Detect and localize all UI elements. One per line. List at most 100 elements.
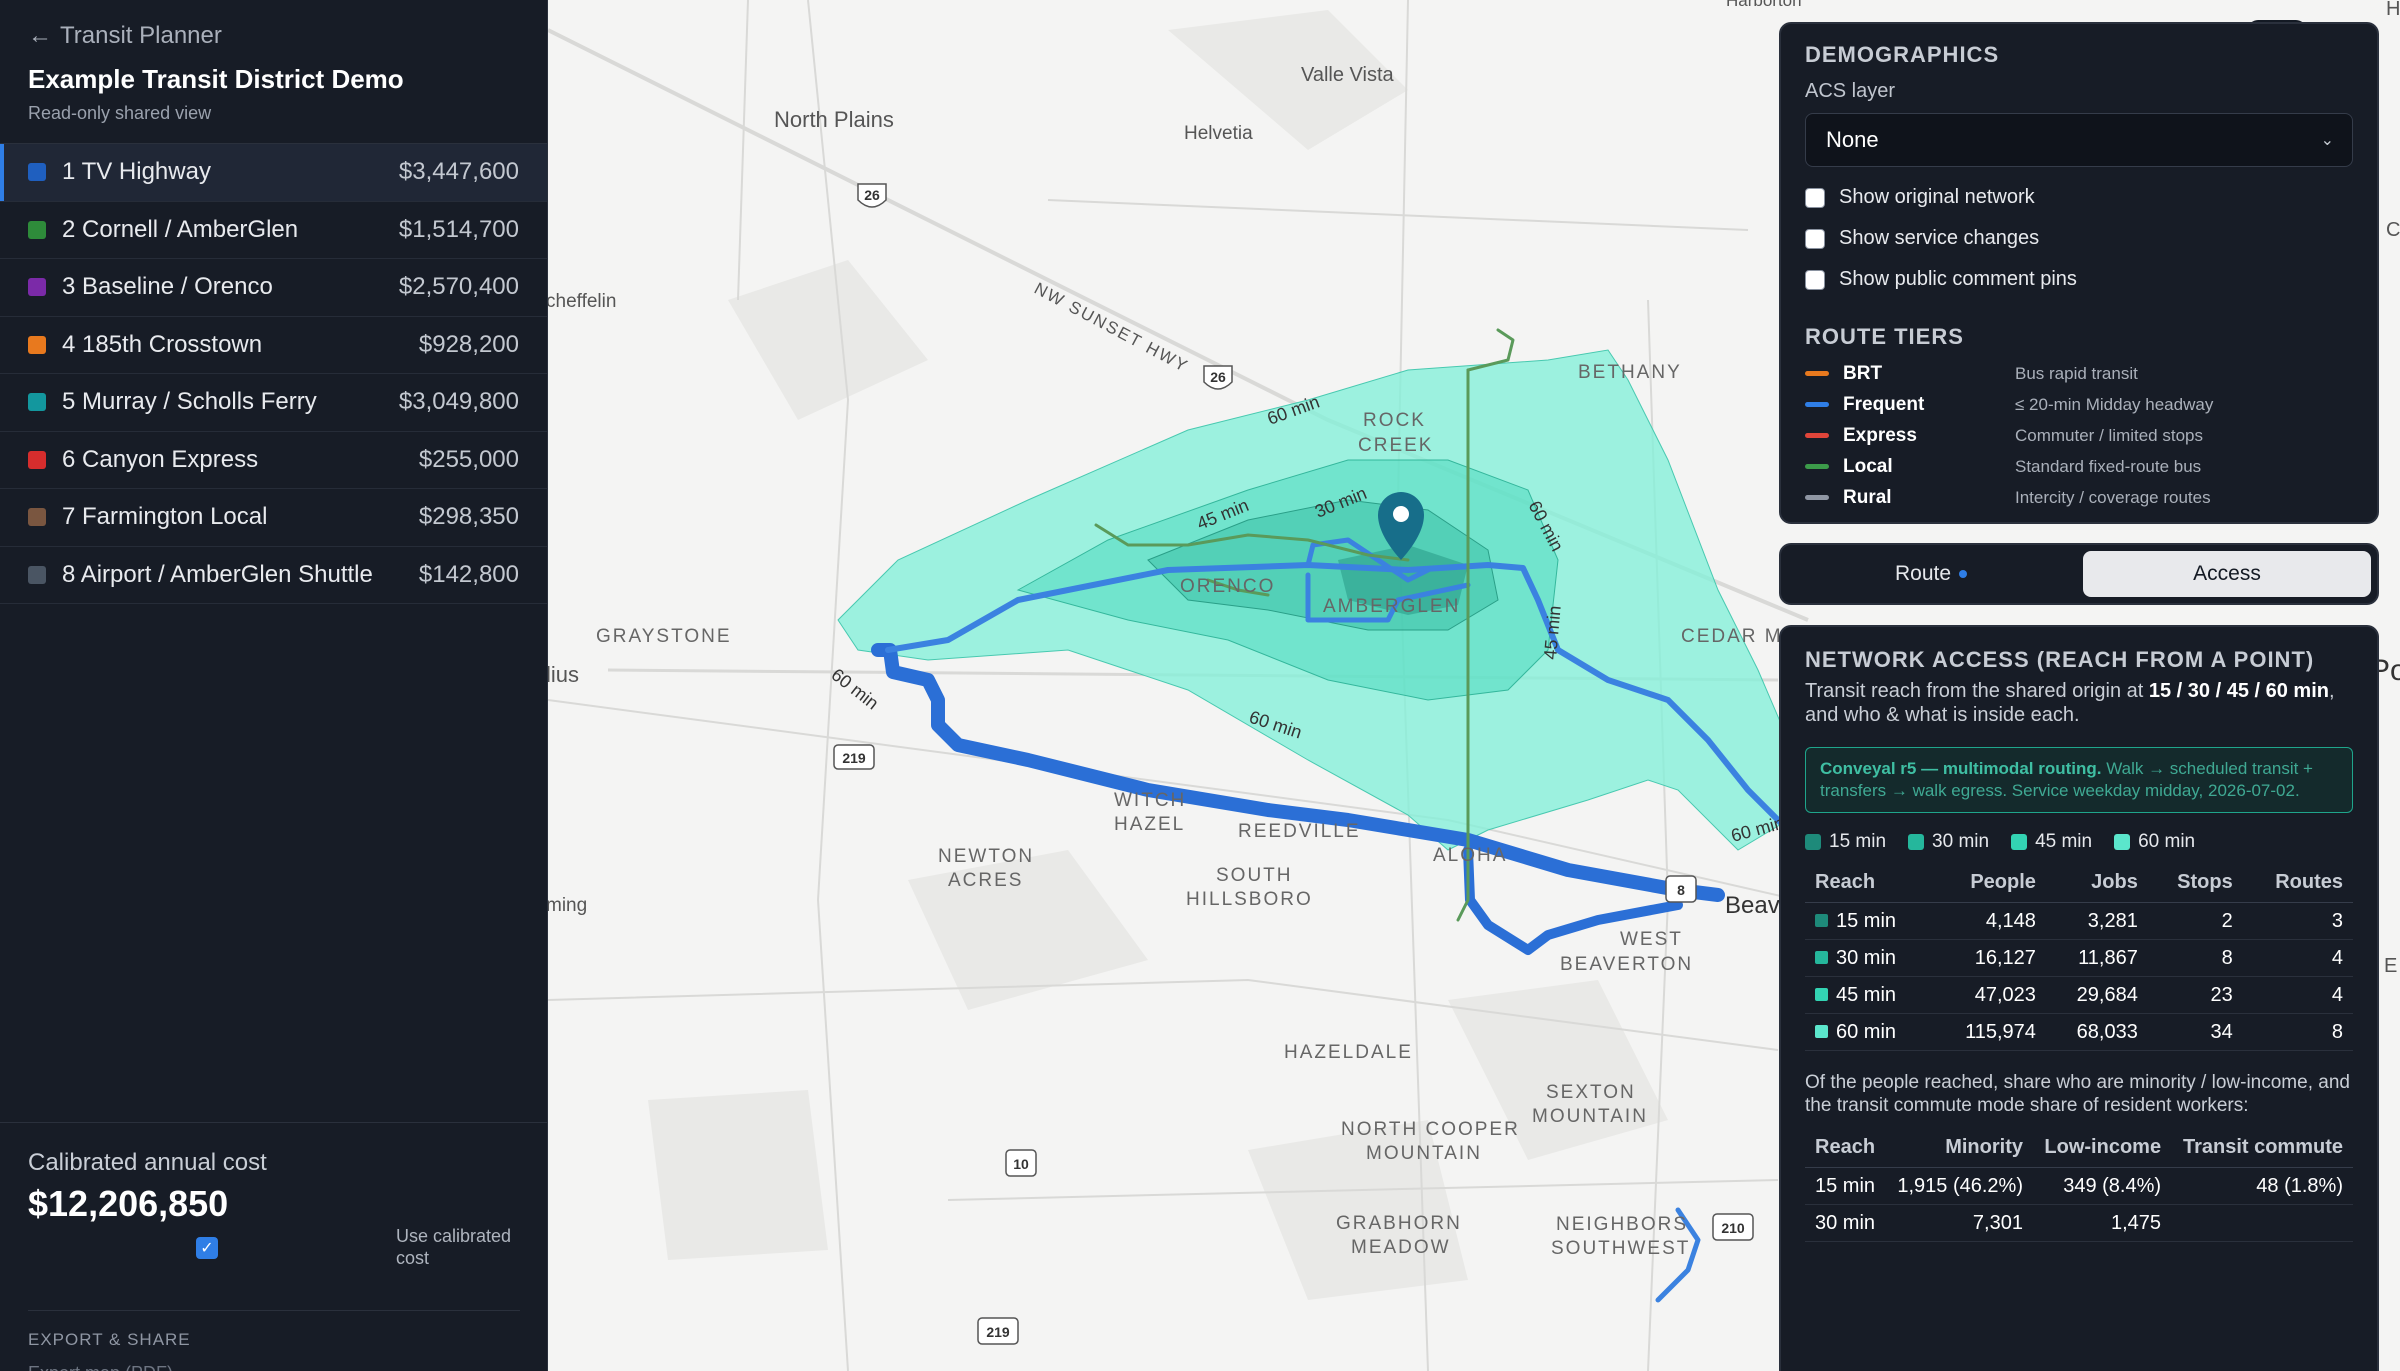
tier-name: Frequent [1843, 393, 1925, 415]
place-label: GRAYSTONE [596, 626, 732, 647]
checkbox-box[interactable] [1805, 269, 1825, 290]
table-header: Stops [2147, 863, 2243, 903]
table-cell: 2 [2147, 902, 2243, 940]
tier-name: Local [1843, 455, 1893, 477]
place-label: ming [548, 895, 587, 916]
tab-access-label: Access [2193, 562, 2261, 585]
route-item[interactable]: 6 Canyon Express $255,000 [0, 432, 547, 489]
table-row: 15 min 4,148 3,281 2 3 [1805, 902, 2353, 940]
tier-row: BRT Bus rapid transit [1805, 358, 2353, 389]
cell-value: 15 min [1836, 910, 1897, 932]
place-label: ACRES [948, 870, 1023, 891]
route-item[interactable]: 4 185th Crosstown $928,200 [0, 317, 547, 374]
route-item[interactable]: 5 Murray / Scholls Ferry $3,049,800 [0, 374, 547, 432]
network-access-panel: NETWORK ACCESS (REACH FROM A POINT) Tran… [1779, 625, 2379, 1371]
table-row: 60 min 115,974 68,033 34 8 [1805, 1013, 2353, 1051]
tab-access[interactable]: Access [2083, 551, 2371, 597]
cost-value: $12,206,850 [28, 1183, 229, 1224]
tier-name: Express [1843, 424, 1917, 446]
place-label: BETHANY [1578, 362, 1682, 383]
table-cell: 68,033 [2045, 1013, 2148, 1051]
place-label: CREEK [1358, 435, 1433, 456]
checkbox-box[interactable] [1805, 187, 1825, 208]
legend-swatch [1908, 834, 1925, 850]
equity-table: Reach Minority Low-income Transit commute 1… [1805, 1127, 2353, 1242]
demographics-title: DEMOGRAPHICS [1805, 42, 2000, 67]
cell-value: 60 min [1836, 1021, 1897, 1043]
table-cell: 47,023 [1931, 976, 2046, 1014]
divider [28, 1310, 520, 1311]
show-comment-pins-checkbox[interactable]: Show public comment pins [1805, 259, 2353, 300]
table-cell: 34 [2147, 1013, 2243, 1051]
route-item[interactable]: 2 Cornell / AmberGlen $1,514,700 [0, 202, 547, 259]
reach-legend: 15 min 30 min 45 min 60 min [1805, 831, 2353, 853]
table-cell: 4,148 [1931, 902, 2046, 940]
route-color-swatch [28, 163, 46, 182]
legend-swatch [2114, 834, 2131, 850]
table-cell: 3 [2242, 902, 2353, 940]
place-label: North Plains [774, 107, 894, 132]
export-section-title: EXPORT & SHARE [28, 1330, 191, 1349]
tier-line-swatch [1805, 371, 1829, 376]
sidebar: ← Transit Planner Example Transit Distri… [0, 0, 548, 1371]
cell-value: 45 min [1836, 984, 1897, 1006]
route-name: 1 TV Highway [62, 158, 211, 186]
legend-item: 30 min [1908, 831, 1989, 853]
route-list: 1 TV Highway $3,447,600 2 Cornell / AmberG… [0, 144, 547, 604]
acs-layer-select[interactable]: None ⌄ [1805, 113, 2353, 167]
route-item[interactable]: 8 Airport / AmberGlen Shuttle $142,800 [0, 547, 547, 604]
route-cost: $3,049,800 [398, 388, 519, 416]
tier-name: Rural [1843, 486, 1892, 508]
table-cell [2171, 1204, 2353, 1242]
route-item[interactable]: 3 Baseline / Orenco $2,570,400 [0, 259, 547, 317]
table-header: Minority [1885, 1127, 2033, 1168]
show-original-network-checkbox[interactable]: Show original network [1805, 177, 2353, 218]
calibrated-cost-label: Use calibrated cost [396, 1226, 512, 1268]
route-cost: $298,350 [418, 503, 519, 531]
tab-route[interactable]: Route [1787, 551, 2075, 597]
cell-value: 16,127 [1974, 947, 2036, 969]
back-link[interactable]: ← Transit Planner [28, 22, 519, 50]
cell-value: 11,867 [2078, 947, 2138, 969]
cost-label: Calibrated annual cost [28, 1149, 267, 1176]
place-label: HAZEL [1114, 814, 1185, 835]
reach-swatch [1815, 951, 1828, 964]
table-cell: 8 [2242, 1013, 2353, 1051]
place-label: MOUNTAIN [1366, 1143, 1482, 1164]
demographics-panel: DEMOGRAPHICS ACS layer None ⌄ Show origi… [1779, 22, 2379, 524]
show-service-changes-checkbox[interactable]: Show service changes [1805, 218, 2353, 259]
sidebar-footer: Calibrated annual cost $12,206,850 ✓ Use… [0, 1122, 548, 1371]
route-item[interactable]: 7 Farmington Local $298,350 [0, 489, 547, 547]
legend-swatch [2011, 834, 2028, 850]
reach-swatch [1815, 1025, 1828, 1038]
place-label: E [2384, 955, 2397, 977]
place-label: MEADOW [1351, 1237, 1451, 1258]
cell-value: 30 min [1836, 947, 1897, 969]
legend-label: 30 min [1932, 831, 1990, 852]
place-label: WITCH [1114, 790, 1186, 811]
place-label: Harborton [1726, 0, 1802, 10]
table-row: 45 min 47,023 29,684 23 4 [1805, 976, 2353, 1014]
table-cell: 3,281 [2045, 902, 2148, 940]
svg-text:10: 10 [1013, 1156, 1029, 1172]
highway-shield-219b: 219 [977, 1317, 1019, 1345]
table-cell: 11,867 [2045, 939, 2148, 977]
arrow-left-icon: ← [28, 22, 52, 49]
table-header: Transit commute [2171, 1127, 2353, 1168]
export-map-button[interactable]: Export map (PDF) [28, 1363, 173, 1371]
table-cell: 115,974 [1931, 1013, 2046, 1051]
reach-swatch [1815, 914, 1828, 927]
table-header: Jobs [2045, 863, 2148, 903]
route-item[interactable]: 1 TV Highway $3,447,600 [0, 144, 547, 202]
reach-swatch [1815, 988, 1828, 1001]
calibrated-cost-checkbox[interactable]: ✓ [196, 1237, 218, 1259]
table-row: 30 min 7,301 1,475 [1805, 1204, 2353, 1242]
route-color-swatch [28, 335, 46, 354]
place-label: lius [548, 662, 579, 687]
back-link-label: Transit Planner [60, 22, 222, 49]
table-cell: 29,684 [2045, 976, 2148, 1014]
svg-text:26: 26 [1210, 369, 1226, 385]
route-cost: $255,000 [418, 445, 519, 473]
checkbox-box[interactable] [1805, 228, 1825, 249]
routing-note: Conveyal r5 — multimodal routing. Walk →… [1805, 747, 2353, 813]
